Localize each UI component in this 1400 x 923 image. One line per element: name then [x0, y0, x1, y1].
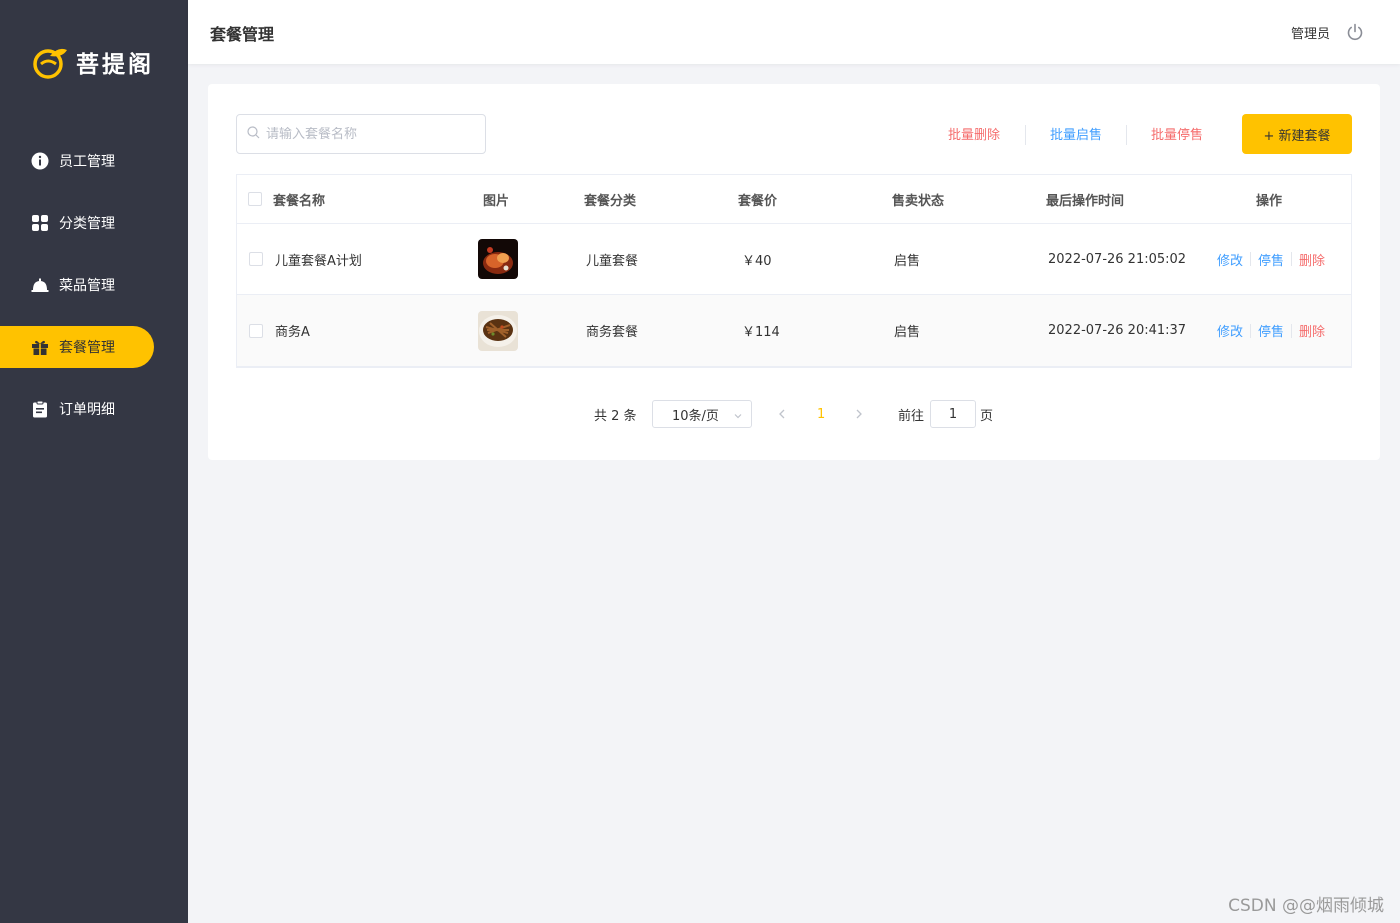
last-updated: 2022-07-26 21:05:02 [1048, 251, 1187, 267]
sidebar-item-orders[interactable]: 订单明细 [0, 388, 188, 430]
search-box[interactable] [236, 114, 486, 154]
user-name[interactable]: 管理员 [1291, 23, 1330, 42]
sidebar-item-employees[interactable]: 员工管理 [0, 140, 188, 182]
sidebar-item-label: 员工管理 [59, 154, 115, 170]
sidebar-item-label: 订单明细 [59, 402, 115, 418]
delete-link[interactable]: 删除 [1299, 250, 1325, 269]
logo-icon [32, 44, 68, 80]
goto-page-input[interactable] [930, 400, 976, 428]
sidebar-item-label: 分类管理 [59, 216, 115, 232]
chevron-down-icon [733, 410, 743, 425]
row-actions: 修改 停售 删除 [1217, 295, 1325, 366]
column-header-price[interactable]: 套餐价 [738, 175, 777, 223]
delete-link[interactable]: 删除 [1299, 321, 1325, 340]
top-header: 套餐管理 管理员 [188, 0, 1400, 64]
divider [1250, 323, 1252, 338]
table-row: 商务A 商务套餐 ￥114 启售 2022-07-26 20:41:37 修改 … [237, 295, 1351, 366]
brand-name: 菩提阁 [76, 51, 154, 78]
column-header-updated[interactable]: 最后操作时间 [1046, 175, 1124, 223]
sidebar-nav: 员工管理 分类管理 菜品管理 套餐管理 订单明细 [0, 140, 188, 450]
sale-status: 启售 [894, 325, 921, 340]
edit-link[interactable]: 修改 [1217, 321, 1243, 340]
setmeal-price: ￥114 [742, 325, 780, 340]
sidebar-item-setmeals[interactable]: 套餐管理 [0, 326, 154, 368]
clipboard-icon [31, 400, 49, 418]
divider [1291, 323, 1293, 338]
page-suffix: 页 [980, 408, 994, 424]
cloche-icon [31, 276, 49, 294]
gift-icon [31, 338, 49, 356]
setmeal-name: 儿童套餐A计划 [275, 253, 362, 269]
divider [1250, 252, 1252, 266]
divider [1025, 125, 1026, 145]
sidebar-item-label: 套餐管理 [59, 340, 115, 356]
logo: 菩提阁 [32, 42, 154, 82]
main-card: 批量删除 批量启售 批量停售 + 新建套餐 套餐名称 图片 套餐分类 套餐价 售… [208, 84, 1380, 460]
table-row: 儿童套餐A计划 儿童套餐 ￥40 启售 2022-07-26 21:05:02 [237, 224, 1351, 295]
power-icon[interactable] [1346, 23, 1364, 41]
sidebar-item-categories[interactable]: 分类管理 [0, 202, 188, 244]
watermark: CSDN @@烟雨倾城 [1228, 896, 1384, 916]
setmeal-table: 套餐名称 图片 套餐分类 套餐价 售卖状态 最后操作时间 操作 儿童套餐A计划 [236, 174, 1352, 368]
column-header-name[interactable]: 套餐名称 [273, 175, 325, 223]
info-icon [31, 152, 49, 170]
page-title: 套餐管理 [210, 25, 275, 44]
page-size-select[interactable]: 10条/页 [652, 400, 752, 428]
new-setmeal-button[interactable]: + 新建套餐 [1242, 114, 1352, 154]
total-count: 共 2 条 [594, 408, 637, 424]
sidebar-item-label: 菜品管理 [59, 278, 115, 294]
batch-delete-link[interactable]: 批量删除 [948, 124, 1000, 143]
next-page-button[interactable] [854, 400, 864, 428]
table-header-row: 套餐名称 图片 套餐分类 套餐价 售卖状态 最后操作时间 操作 [237, 175, 1351, 224]
prev-page-button[interactable] [777, 400, 787, 428]
row-checkbox[interactable] [249, 252, 263, 266]
goto-label: 前往 [898, 408, 925, 424]
column-header-image[interactable]: 图片 [483, 175, 509, 223]
sidebar: 菩提阁 员工管理 分类管理 菜品管理 套餐管理 订单明细 [0, 0, 188, 923]
batch-enable-link[interactable]: 批量启售 [1050, 124, 1102, 143]
select-all-checkbox[interactable] [248, 192, 262, 206]
pagination: 共 2 条 10条/页 1 前往 页 [208, 400, 1380, 428]
column-header-actions: 操作 [1256, 193, 1283, 209]
search-icon [247, 125, 260, 143]
grid-icon [31, 214, 49, 232]
page-size-value: 10条/页 [672, 408, 719, 424]
row-actions: 修改 停售 删除 [1217, 224, 1325, 294]
column-header-category[interactable]: 套餐分类 [584, 175, 636, 223]
row-checkbox[interactable] [249, 323, 263, 338]
setmeal-name: 商务A [275, 325, 310, 340]
sale-status: 启售 [894, 253, 921, 269]
column-header-status[interactable]: 售卖状态 [892, 175, 944, 223]
setmeal-category: 儿童套餐 [586, 253, 639, 269]
disable-sale-link[interactable]: 停售 [1258, 250, 1284, 269]
disable-sale-link[interactable]: 停售 [1258, 321, 1284, 340]
current-page-number[interactable]: 1 [817, 400, 825, 428]
divider [1126, 125, 1127, 145]
search-input[interactable] [266, 126, 466, 142]
setmeal-price: ￥40 [742, 253, 772, 269]
setmeal-category: 商务套餐 [586, 325, 639, 340]
edit-link[interactable]: 修改 [1217, 250, 1243, 269]
last-updated: 2022-07-26 20:41:37 [1048, 323, 1187, 338]
setmeal-image [478, 310, 518, 351]
batch-disable-link[interactable]: 批量停售 [1151, 124, 1203, 143]
sidebar-item-dishes[interactable]: 菜品管理 [0, 264, 188, 306]
setmeal-image [478, 239, 518, 279]
divider [1291, 252, 1293, 266]
